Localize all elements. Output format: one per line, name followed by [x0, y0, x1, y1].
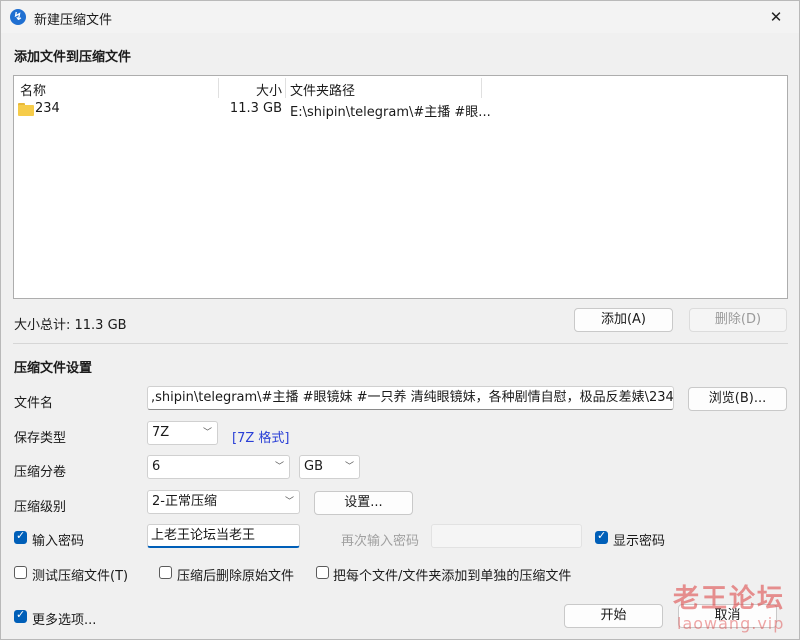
filename-label: 文件名 — [14, 396, 54, 411]
delete-after-checkbox[interactable] — [159, 566, 172, 579]
show-password-checkbox[interactable] — [595, 529, 608, 544]
more-options-checkbox[interactable] — [14, 608, 27, 623]
show-password-label: 显示密码 — [613, 534, 666, 549]
separate-archives-label: 把每个文件/文件夹添加到单独的压缩文件 — [333, 569, 572, 584]
chevron-down-icon: ﹀ — [344, 462, 354, 472]
split-unit-select[interactable]: GB ﹀ — [299, 455, 360, 479]
column-header-size[interactable]: 大小 — [218, 80, 282, 99]
watermark-text: 老王论坛 — [673, 584, 786, 614]
chevron-down-icon: ﹀ — [284, 497, 294, 507]
more-options-label: 更多选项... — [32, 613, 97, 628]
app-logo-icon: ↯ — [10, 9, 26, 25]
test-archive-checkbox[interactable] — [14, 566, 27, 579]
settings-header: 压缩文件设置 — [14, 361, 93, 376]
level-settings-button[interactable]: 设置... — [314, 491, 413, 515]
watermark-url: laowang.vip — [677, 614, 785, 633]
level-label: 压缩级别 — [14, 500, 67, 515]
browse-button[interactable]: 浏览(B)... — [688, 387, 787, 411]
type-label: 保存类型 — [14, 431, 67, 446]
delete-after-label: 压缩后删除原始文件 — [177, 569, 295, 584]
password-confirm-input[interactable] — [431, 524, 582, 548]
window-title: 新建压缩文件 — [34, 13, 113, 28]
file-list[interactable]: 名称 大小 文件夹路径 234 11.3 GB E:\shipin\telegr… — [13, 75, 788, 299]
password-checkbox[interactable] — [14, 529, 27, 544]
chevron-down-icon: ﹀ — [274, 462, 284, 472]
column-header-path[interactable]: 文件夹路径 — [290, 80, 355, 99]
level-select[interactable]: 2-正常压缩 ﹀ — [147, 490, 300, 514]
divider — [13, 343, 788, 344]
filename-input[interactable]: ,shipin\telegram\#主播 #眼镜妹 #一只养 清纯眼镜妹，各种剧… — [147, 386, 674, 410]
password-confirm-label: 再次输入密码 — [341, 534, 420, 549]
folder-icon — [18, 103, 34, 116]
split-label: 压缩分卷 — [14, 465, 67, 480]
split-select-value: 6 — [152, 459, 161, 474]
item-name: 234 — [35, 101, 60, 116]
column-separator[interactable] — [481, 78, 482, 98]
total-size: 大小总计: 11.3 GB — [14, 318, 127, 333]
start-button[interactable]: 开始 — [564, 604, 663, 628]
column-separator[interactable] — [285, 78, 286, 98]
compress-dialog: ↯ 新建压缩文件 ✕ 添加文件到压缩文件 名称 大小 文件夹路径 234 11.… — [0, 0, 800, 640]
test-archive-label: 测试压缩文件(T) — [32, 569, 129, 584]
chevron-down-icon: ﹀ — [202, 428, 212, 438]
password-input[interactable]: 上老王论坛当老王 — [147, 524, 300, 548]
type-select[interactable]: 7Z ﹀ — [147, 421, 218, 445]
level-select-value: 2-正常压缩 — [152, 494, 217, 509]
title-bar: ↯ 新建压缩文件 ✕ — [1, 1, 799, 33]
item-path: E:\shipin\telegram\#主播 #眼... — [290, 105, 491, 120]
delete-button[interactable]: 删除(D) — [689, 308, 787, 332]
close-button[interactable]: ✕ — [753, 1, 799, 33]
item-size: 11.3 GB — [229, 101, 282, 116]
type-select-value: 7Z — [152, 425, 170, 440]
column-header-name[interactable]: 名称 — [20, 80, 46, 99]
add-button[interactable]: 添加(A) — [574, 308, 673, 332]
split-unit-value: GB — [304, 459, 323, 474]
list-item[interactable]: 234 11.3 GB E:\shipin\telegram\#主播 #眼... — [14, 100, 787, 120]
password-label: 输入密码 — [32, 534, 85, 549]
separate-archives-checkbox[interactable] — [316, 566, 329, 579]
format-link[interactable]: [7Z 格式] — [232, 427, 289, 446]
add-files-header: 添加文件到压缩文件 — [14, 50, 132, 65]
split-select[interactable]: 6 ﹀ — [147, 455, 290, 479]
